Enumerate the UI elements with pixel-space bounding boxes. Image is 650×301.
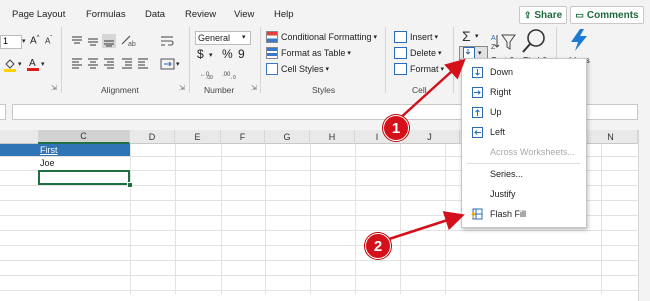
annotation-arrows bbox=[382, 58, 466, 243]
annotation-callout-2: 2 bbox=[365, 233, 391, 259]
excel-window: Page Layout Formulas Data Review View He… bbox=[0, 0, 650, 301]
annotation-arrow-1 bbox=[397, 58, 466, 121]
annotation-arrow-2 bbox=[382, 211, 465, 243]
annotation-callout-1: 1 bbox=[383, 115, 409, 141]
